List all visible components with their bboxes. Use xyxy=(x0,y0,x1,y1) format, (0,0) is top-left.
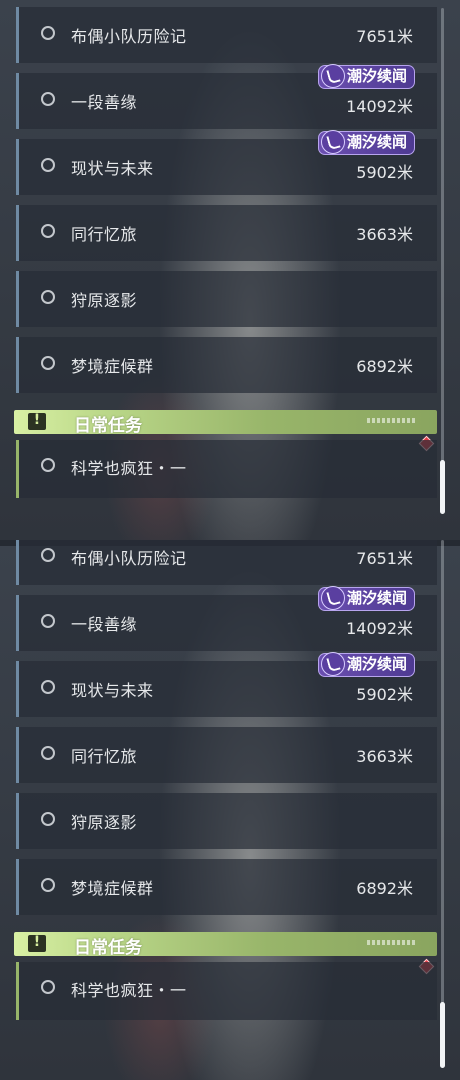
quest-distance: 3663米 xyxy=(356,747,413,766)
quest-item[interactable]: 同行忆旅 3663米 xyxy=(16,205,437,261)
quest-item[interactable]: 梦境症候群 6892米 xyxy=(16,337,437,393)
quest-name: 梦境症候群 xyxy=(71,879,154,898)
radio-circle-icon[interactable] xyxy=(41,614,55,628)
quest-name: 狩原逐影 xyxy=(71,291,138,310)
scrollbar-thumb[interactable] xyxy=(440,1002,445,1068)
tide-badge: 潮汐续闻 xyxy=(317,652,415,677)
radio-circle-icon[interactable] xyxy=(41,224,55,238)
radio-circle-icon[interactable] xyxy=(41,746,55,760)
quest-item[interactable]: 现状与未来 5902米 潮汐续闻 xyxy=(16,130,437,195)
quest-distance: 6892米 xyxy=(356,879,413,898)
exclamation-icon xyxy=(28,412,46,430)
exclamation-icon xyxy=(28,934,46,952)
radio-circle-icon[interactable] xyxy=(41,158,55,172)
tide-badge-icon xyxy=(320,130,345,154)
quest-distance: 5902米 xyxy=(356,685,413,704)
tide-badge-icon xyxy=(320,586,345,610)
quest-name: 科学也疯狂・一 xyxy=(71,981,187,1000)
radio-circle-icon[interactable] xyxy=(41,92,55,106)
quest-item[interactable]: 现状与未来 5902米 潮汐续闻 xyxy=(16,652,437,717)
radio-circle-icon[interactable] xyxy=(41,980,55,994)
quest-name: 现状与未来 xyxy=(71,159,154,178)
quest-item[interactable]: 狩原逐影 xyxy=(16,271,437,327)
quest-name: 一段善缘 xyxy=(71,615,138,634)
quest-item[interactable]: 一段善缘 14092米 潮汐续闻 xyxy=(16,586,437,651)
quest-name: 同行忆旅 xyxy=(71,225,138,244)
scrollbar-track[interactable] xyxy=(441,540,444,1068)
tide-badge: 潮汐续闻 xyxy=(317,586,415,611)
radio-circle-icon[interactable] xyxy=(41,26,55,40)
radio-circle-icon[interactable] xyxy=(41,290,55,304)
quest-name: 梦境症候群 xyxy=(71,357,154,376)
quest-item[interactable]: 布偶小队历险记 7651米 xyxy=(16,540,437,585)
quest-name: 一段善缘 xyxy=(71,93,138,112)
header-decoration xyxy=(367,418,417,423)
tide-badge: 潮汐续闻 xyxy=(317,130,415,155)
daily-tasks-header[interactable]: 日常任务 xyxy=(14,932,437,958)
radio-circle-icon[interactable] xyxy=(41,548,55,562)
quest-item[interactable]: 狩原逐影 xyxy=(16,793,437,849)
quest-panel-bottom: 布偶小队历险记 7651米 一段善缘 14092米 潮汐续闻 现状与未来 590… xyxy=(0,540,460,1080)
radio-circle-icon[interactable] xyxy=(41,812,55,826)
quest-name: 现状与未来 xyxy=(71,681,154,700)
quest-panel-top: 布偶小队历险记 7651米 一段善缘 14092米 潮汐续闻 现状与未来 590… xyxy=(0,0,460,540)
scrollbar-thumb[interactable] xyxy=(440,460,445,514)
radio-circle-icon[interactable] xyxy=(41,680,55,694)
section-title: 日常任务 xyxy=(74,938,142,958)
radio-circle-icon[interactable] xyxy=(41,878,55,892)
daily-quest-item[interactable]: 科学也疯狂・一 xyxy=(16,440,437,498)
tide-badge: 潮汐续闻 xyxy=(317,64,415,89)
quest-distance: 7651米 xyxy=(356,549,413,568)
quest-distance: 5902米 xyxy=(356,163,413,182)
badge-label: 潮汐续闻 xyxy=(346,133,407,151)
quest-item[interactable]: 同行忆旅 3663米 xyxy=(16,727,437,783)
quest-name: 同行忆旅 xyxy=(71,747,138,766)
quest-name: 布偶小队历险记 xyxy=(71,549,187,568)
quest-name: 狩原逐影 xyxy=(71,813,138,832)
quest-item[interactable]: 一段善缘 14092米 潮汐续闻 xyxy=(16,64,437,129)
daily-tasks-header[interactable]: 日常任务 xyxy=(14,410,437,436)
section-title: 日常任务 xyxy=(74,416,142,436)
quest-name: 布偶小队历险记 xyxy=(71,27,187,46)
quest-distance: 14092米 xyxy=(346,619,413,638)
tide-badge-icon xyxy=(320,652,345,676)
badge-label: 潮汐续闻 xyxy=(346,67,407,85)
radio-circle-icon[interactable] xyxy=(41,356,55,370)
quest-distance: 14092米 xyxy=(346,97,413,116)
quest-name: 科学也疯狂・一 xyxy=(71,459,187,478)
quest-item[interactable]: 梦境症候群 6892米 xyxy=(16,859,437,915)
daily-quest-item[interactable]: 科学也疯狂・一 xyxy=(16,962,437,1020)
quest-distance: 3663米 xyxy=(356,225,413,244)
quest-item[interactable]: 布偶小队历险记 7651米 xyxy=(16,7,437,63)
quest-distance: 6892米 xyxy=(356,357,413,376)
radio-circle-icon[interactable] xyxy=(41,458,55,472)
quest-distance: 7651米 xyxy=(356,27,413,46)
tide-badge-icon xyxy=(320,64,345,88)
scrollbar-track[interactable] xyxy=(441,8,444,514)
header-decoration xyxy=(367,940,417,945)
badge-label: 潮汐续闻 xyxy=(346,589,407,607)
badge-label: 潮汐续闻 xyxy=(346,655,407,673)
